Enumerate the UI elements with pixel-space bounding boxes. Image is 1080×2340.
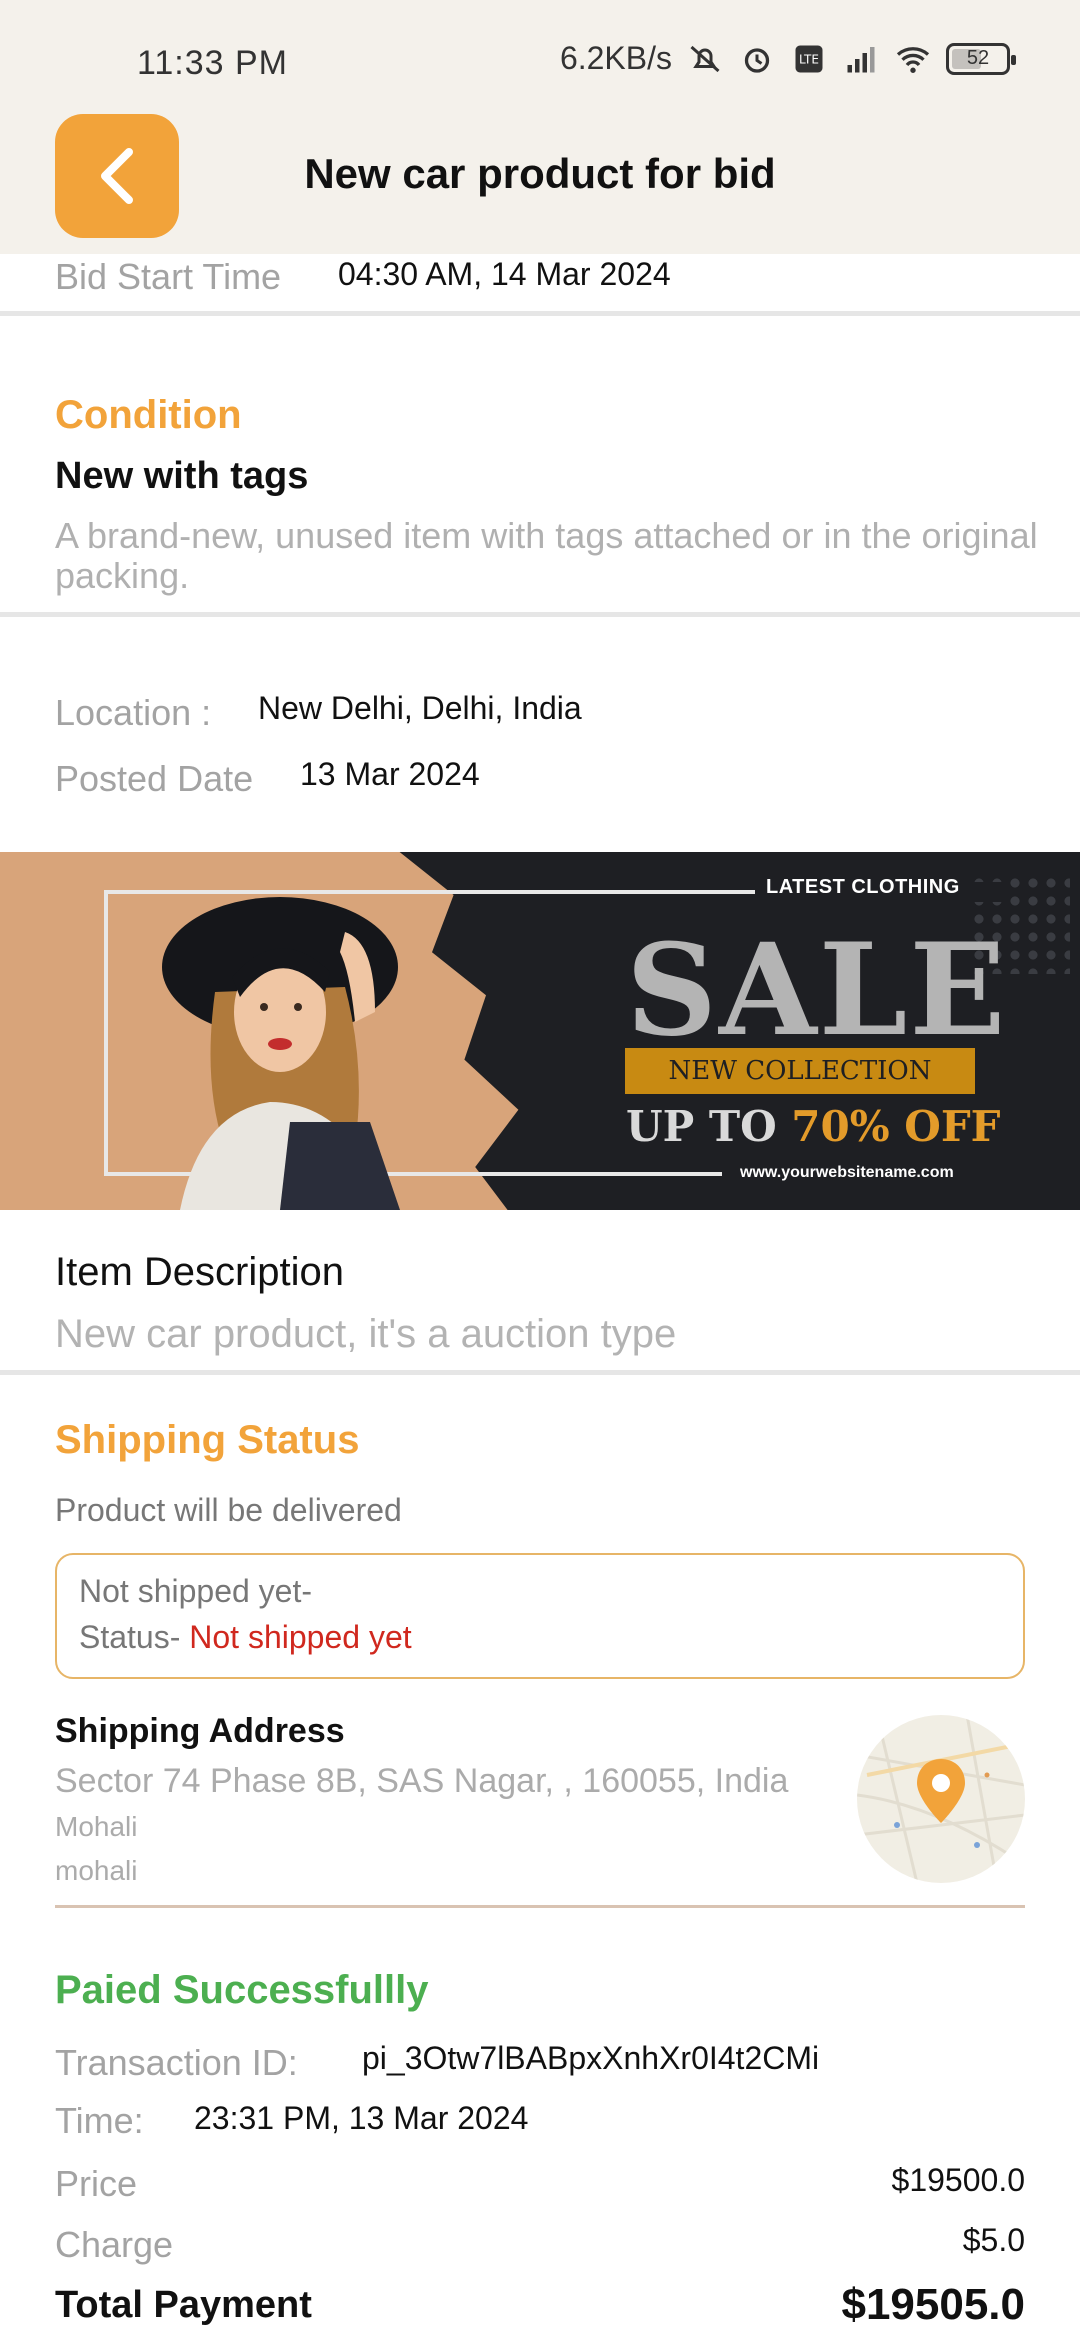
volte-icon: LTE <box>795 45 823 72</box>
map-thumbnail[interactable] <box>857 1715 1025 1883</box>
alarm-icon <box>744 47 770 73</box>
shipping-address-heading: Shipping Address <box>55 1712 345 1750</box>
transaction-id-value: pi_3Otw7lBABpxXnhXr0I4t2CMi <box>362 2040 820 2076</box>
shipping-status-line: Status- Not shipped yet <box>79 1619 412 1655</box>
shipping-status-heading: Shipping Status <box>55 1418 360 1462</box>
bid-start-label: Bid Start Time <box>55 256 282 297</box>
payment-time-value: 23:31 PM, 13 Mar 2024 <box>194 2100 529 2136</box>
banner-collection: NEW COLLECTION <box>625 1048 975 1094</box>
network-speed: 6.2KB/s <box>559 40 672 76</box>
payment-status-heading: Paied Successfullly <box>55 1968 429 2012</box>
model-photo <box>162 897 400 1210</box>
price-label: Price <box>55 2163 138 2204</box>
condition-value: New with tags <box>55 455 309 497</box>
shipping-address-line: Sector 74 Phase 8B, SAS Nagar, , 160055,… <box>55 1762 789 1800</box>
divider <box>0 1370 1080 1375</box>
app-header: 11:33 PM 6.2KB/s LTE 52 New car product … <box>0 0 1080 254</box>
item-description-heading: Item Description <box>55 1250 344 1294</box>
shipping-status-value: Not shipped yet <box>189 1619 412 1655</box>
shipping-subtitle: Product will be delivered <box>55 1492 402 1528</box>
payment-time-label: Time: <box>55 2100 144 2141</box>
banner-site: www.yourwebsitename.com <box>740 1164 954 1181</box>
charge-label: Charge <box>55 2224 174 2265</box>
location-value: New Delhi, Delhi, India <box>258 690 582 726</box>
total-payment-value: $19505.0 <box>841 2280 1025 2329</box>
total-payment-label: Total Payment <box>55 2284 312 2326</box>
charge-value: $5.0 <box>962 2222 1025 2258</box>
location-label: Location : <box>55 692 212 733</box>
shipping-box-line: Not shipped yet- <box>79 1573 313 1609</box>
posted-date-value: 13 Mar 2024 <box>300 756 480 792</box>
price-value: $19500.0 <box>891 2162 1025 2198</box>
battery-icon: 52 <box>946 42 1016 75</box>
divider <box>0 612 1080 617</box>
divider <box>0 311 1080 316</box>
status-time: 11:33 PM <box>137 44 289 82</box>
condition-heading: Condition <box>55 393 242 437</box>
banner-headline: SALE <box>626 916 1008 1064</box>
banner-tag: LATEST CLOTHING <box>766 876 960 898</box>
divider <box>55 1905 1025 1908</box>
shipping-city: Mohali <box>55 1811 138 1842</box>
shipping-status-box: Not shipped yet- Status- Not shipped yet <box>55 1553 1025 1679</box>
shipping-city-secondary: mohali <box>55 1855 138 1886</box>
status-icons: 6.2KB/s LTE 52 <box>559 40 1016 77</box>
page-title: New car product for bid <box>304 150 776 197</box>
wifi-icon <box>896 46 930 73</box>
product-banner-image: LATEST CLOTHING SALE NEW COLLECTION UP T… <box>0 852 1080 1210</box>
signal-icon <box>847 46 875 72</box>
condition-description: A brand-new, unused item with tags attac… <box>55 515 1038 596</box>
posted-date-label: Posted Date <box>55 758 254 799</box>
item-description-text: New car product, it's a auction type <box>55 1312 677 1356</box>
mute-icon <box>690 45 720 72</box>
banner-offer: UP TO 70% OFF <box>626 1102 1001 1151</box>
transaction-id-label: Transaction ID: <box>55 2042 298 2083</box>
map-pin-icon <box>917 1759 965 1823</box>
bid-start-value: 04:30 AM, 14 Mar 2024 <box>338 256 671 292</box>
svg-text:LTE: LTE <box>799 52 819 66</box>
